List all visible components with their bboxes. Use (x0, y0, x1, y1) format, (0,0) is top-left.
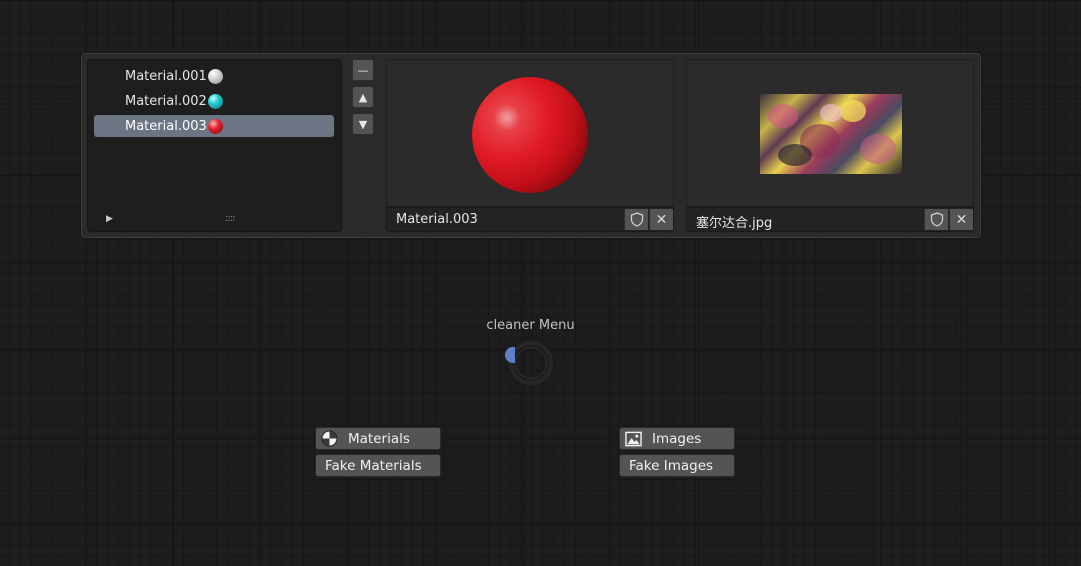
image-thumbnail (760, 94, 902, 174)
fake-user-button[interactable] (924, 209, 948, 230)
pie-menu-center (515, 347, 547, 379)
pie-menu-title: cleaner Menu (486, 318, 575, 333)
image-icon (625, 430, 642, 447)
material-preview[interactable] (386, 59, 674, 207)
pie-menu-direction-indicator (505, 347, 515, 363)
list-item-label: Material.001 (125, 68, 207, 84)
close-icon: ✕ (655, 211, 668, 228)
remove-material-button[interactable]: — (352, 59, 374, 81)
images-button[interactable]: Images (619, 427, 735, 450)
list-resize-grip[interactable]: :::: (225, 213, 236, 224)
material-preview-sphere (472, 77, 588, 193)
fake-user-button[interactable] (624, 209, 648, 230)
fake-images-button-label: Fake Images (629, 457, 714, 474)
triangle-up-icon: ▲ (358, 90, 368, 104)
list-item-material-001[interactable]: Material.001 (94, 65, 334, 87)
list-expander-icon[interactable]: ▶ (106, 214, 113, 224)
material-list[interactable]: Material.001 Material.002 Material.003 ▶… (87, 59, 342, 232)
list-item-material-002[interactable]: Material.002 (94, 90, 334, 112)
move-down-button[interactable]: ▼ (352, 113, 374, 135)
material-white-sphere-icon (207, 68, 223, 84)
close-icon: ✕ (955, 211, 968, 228)
material-name-text: Material.003 (396, 212, 478, 227)
unlink-button[interactable]: ✕ (949, 209, 973, 230)
list-item-material-003[interactable]: Material.003 (94, 115, 334, 137)
minus-icon: — (357, 63, 369, 77)
list-item-label: Material.003 (125, 118, 207, 134)
fake-images-button[interactable]: Fake Images (619, 454, 735, 477)
image-preview[interactable] (686, 59, 974, 207)
materials-button[interactable]: Materials (315, 427, 441, 450)
images-button-label: Images (652, 430, 702, 447)
material-red-sphere-icon (207, 118, 223, 134)
list-item-label: Material.002 (125, 93, 207, 109)
move-up-button[interactable]: ▲ (352, 86, 374, 108)
image-name-field[interactable]: 塞尔达合.jpg ✕ (686, 207, 974, 232)
materials-button-label: Materials (348, 430, 410, 447)
shield-icon (930, 212, 943, 227)
unlink-button[interactable]: ✕ (649, 209, 673, 230)
shield-icon (630, 212, 643, 227)
fake-materials-button[interactable]: Fake Materials (315, 454, 441, 477)
image-name-text: 塞尔达合.jpg (696, 216, 773, 231)
material-icon (321, 430, 338, 447)
material-cyan-sphere-icon (207, 93, 223, 109)
material-name-field[interactable]: Material.003 ✕ (386, 207, 674, 232)
fake-materials-button-label: Fake Materials (325, 457, 422, 474)
triangle-down-icon: ▼ (358, 117, 368, 131)
